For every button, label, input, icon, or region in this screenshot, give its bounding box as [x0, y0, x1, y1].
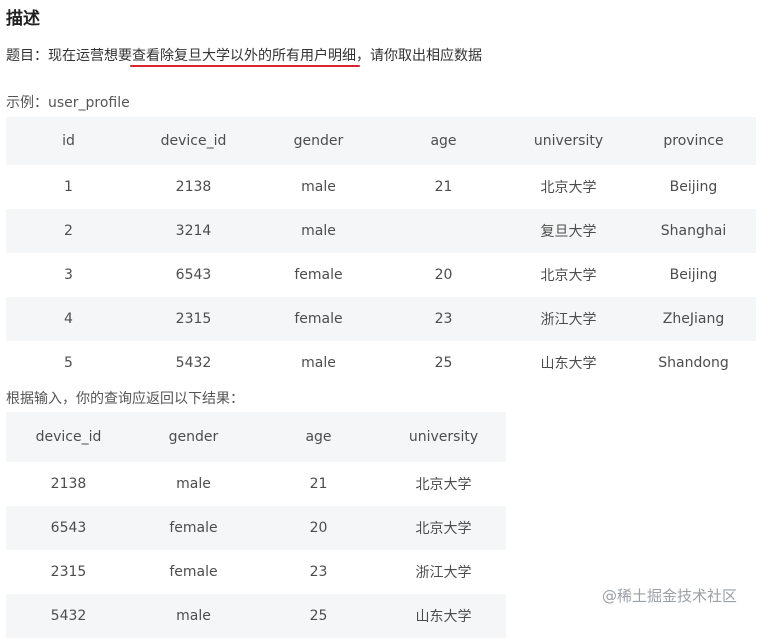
- column-header: device_id: [131, 117, 256, 165]
- table-cell: male: [131, 594, 256, 638]
- table-cell: 北京大学: [506, 253, 631, 297]
- table-cell: 4: [6, 297, 131, 341]
- column-header: age: [256, 412, 381, 462]
- watermark: @稀土掘金技术社区: [602, 587, 738, 605]
- table-cell: 浙江大学: [506, 297, 631, 341]
- table-cell: 5432: [6, 594, 131, 638]
- question-prefix: 题目：现在运营想要: [6, 48, 132, 64]
- table-cell: 北京大学: [381, 462, 506, 506]
- column-header: device_id: [6, 412, 131, 462]
- table-cell: 浙江大学: [381, 550, 506, 594]
- column-header: university: [506, 117, 631, 165]
- table-cell: 2315: [131, 297, 256, 341]
- table-cell: male: [256, 341, 381, 385]
- table-cell: 23: [256, 550, 381, 594]
- table-cell: 21: [381, 165, 506, 209]
- table-row: 4 2315 female 23 浙江大学 ZheJiang: [6, 297, 756, 341]
- table-cell: 6543: [6, 506, 131, 550]
- table-cell: male: [256, 209, 381, 253]
- table-cell: female: [131, 506, 256, 550]
- table-cell: 2: [6, 209, 131, 253]
- table-cell: 北京大学: [506, 165, 631, 209]
- table-cell: 山东大学: [381, 594, 506, 638]
- table-cell: Shandong: [631, 341, 756, 385]
- table-row: 5432 male 25 山东大学: [6, 594, 506, 638]
- table-cell: 山东大学: [506, 341, 631, 385]
- table-cell: 3214: [131, 209, 256, 253]
- table-cell: Beijing: [631, 165, 756, 209]
- table-cell: Shanghai: [631, 209, 756, 253]
- column-header: university: [381, 412, 506, 462]
- column-header: gender: [131, 412, 256, 462]
- table-cell: female: [256, 297, 381, 341]
- table-row: 2138 male 21 北京大学: [6, 462, 506, 506]
- table-cell: 6543: [131, 253, 256, 297]
- table-cell: 25: [381, 341, 506, 385]
- table-cell: ZheJiang: [631, 297, 756, 341]
- result-table-header-row: device_id gender age university: [6, 412, 506, 462]
- table-cell: 2315: [6, 550, 131, 594]
- table-cell: 20: [256, 506, 381, 550]
- table-cell: male: [256, 165, 381, 209]
- table-cell: 5: [6, 341, 131, 385]
- input-table: id device_id gender age university provi…: [6, 117, 756, 385]
- table-cell: 20: [381, 253, 506, 297]
- table-cell: 2138: [131, 165, 256, 209]
- result-table: device_id gender age university 2138 mal…: [6, 412, 506, 638]
- table-cell: 3: [6, 253, 131, 297]
- table-cell: 23: [381, 297, 506, 341]
- column-header: age: [381, 117, 506, 165]
- table-cell: male: [131, 462, 256, 506]
- result-label: 根据输入，你的查询应返回以下结果：: [6, 391, 244, 407]
- input-table-header-row: id device_id gender age university provi…: [6, 117, 756, 165]
- table-cell: 2138: [6, 462, 131, 506]
- section-heading: 描述: [6, 9, 40, 29]
- table-cell: 北京大学: [381, 506, 506, 550]
- table-cell: [381, 209, 506, 253]
- table-row: 5 5432 male 25 山东大学 Shandong: [6, 341, 756, 385]
- table-cell: 5432: [131, 341, 256, 385]
- table-cell: 25: [256, 594, 381, 638]
- example-label: 示例：user_profile: [6, 95, 130, 111]
- question-highlight: 查看除复旦大学以外的所有用户明细: [132, 48, 356, 64]
- table-row: 6543 female 20 北京大学: [6, 506, 506, 550]
- table-row: 2315 female 23 浙江大学: [6, 550, 506, 594]
- table-cell: 21: [256, 462, 381, 506]
- question-text: 题目：现在运营想要查看除复旦大学以外的所有用户明细，请你取出相应数据: [6, 46, 482, 66]
- table-cell: female: [131, 550, 256, 594]
- column-header: gender: [256, 117, 381, 165]
- column-header: province: [631, 117, 756, 165]
- table-cell: Beijing: [631, 253, 756, 297]
- table-row: 1 2138 male 21 北京大学 Beijing: [6, 165, 756, 209]
- table-cell: female: [256, 253, 381, 297]
- column-header: id: [6, 117, 131, 165]
- table-cell: 1: [6, 165, 131, 209]
- question-suffix: ，请你取出相应数据: [356, 48, 482, 64]
- table-cell: 复旦大学: [506, 209, 631, 253]
- table-row: 3 6543 female 20 北京大学 Beijing: [6, 253, 756, 297]
- table-row: 2 3214 male 复旦大学 Shanghai: [6, 209, 756, 253]
